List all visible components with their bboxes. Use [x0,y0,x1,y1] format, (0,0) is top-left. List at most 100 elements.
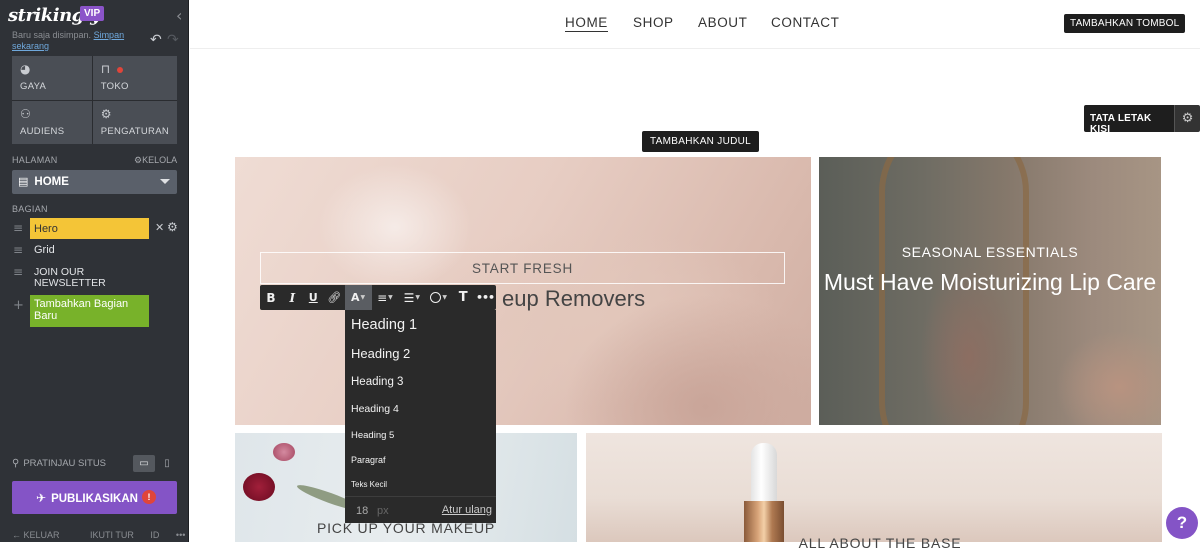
sections-heading: BAGIAN [12,204,48,214]
tile-label: PENGATURAN [100,125,169,137]
tour-link[interactable]: IKUTI TUR [90,530,134,540]
manage-pages-link[interactable]: ⚙KELOLA [134,155,177,166]
link-icon[interactable]: 🔗︎ [324,285,345,310]
vip-badge: VIP [80,6,105,21]
page-selector-value: HOME [34,176,69,188]
palette-icon: ◕ [20,62,31,76]
bag-icon: ⊓ [100,62,111,76]
section-item-grid[interactable]: Grid [34,244,55,256]
tile-label: TOKO [100,81,129,92]
grid-layout-control[interactable]: TATA LETAK KISI ⚙ [1084,105,1200,132]
dropdown-option-heading-3[interactable]: Heading 3 [351,376,403,388]
notification-dot [116,67,123,73]
caret-down-icon: ▼ [415,294,421,301]
section-item-newsletter[interactable]: JOIN OUR NEWSLETTER [34,267,144,289]
desktop-preview-icon[interactable]: ▭ [133,455,155,472]
dropdown-option-heading-2[interactable]: Heading 2 [351,346,410,361]
dropdown-option-heading-5[interactable]: Heading 5 [351,430,394,441]
hero-heading[interactable]: eup Removers [502,286,645,312]
italic-button[interactable]: I [282,285,303,310]
bottle-cap-decoration [751,443,777,503]
rose-decoration [273,443,295,461]
heading-dropdown: Heading 1 Heading 2 Heading 3 Heading 4 … [345,310,496,523]
plus-icon: + [13,298,24,313]
text-color-button[interactable]: ▼ [425,285,452,310]
chevron-left-icon[interactable]: ‹ [176,6,182,25]
page-selector[interactable]: ▤ HOME [12,170,177,194]
language-link[interactable]: ID [150,530,159,540]
logout-label: KELUAR [23,530,60,540]
site-navbar: HOME SHOP ABOUT CONTACT TAMBAHKAN TOMBOL [190,0,1200,49]
mobile-preview-icon[interactable]: ▯ [160,455,174,472]
tile-audience[interactable]: ⚇ AUDIENS [12,100,92,144]
document-icon: ▤ [18,175,29,188]
gear-icon: ⚙ [100,106,112,121]
text-format-toolbar: B I U 🔗︎ A ▼ ≡ ▼ ☰ ▼ ▼ T ••• [260,285,496,310]
publish-button[interactable]: ✈ PUBLIKASIKAN ! [12,481,177,514]
reset-link[interactable]: Atur ulang [442,504,492,516]
tile-label: GAYA [20,81,47,92]
site-preview-label: ⚲ PRATINJAU SITUS [12,458,106,469]
dropdown-option-small-text[interactable]: Teks Kecil [351,480,387,489]
font-size-row: 18 px Atur ulang [345,496,496,523]
grid-layout-label[interactable]: TATA LETAK KISI [1084,105,1175,132]
right-block-heading[interactable]: Must Have Moisturizing Lip Care [819,266,1161,298]
pages-heading: HALAMAN [12,155,58,165]
save-status-text: Baru saja disimpan. [12,30,92,40]
sidebar-footer: ← KELUAR IKUTI TUR ID ••• [12,530,199,540]
gear-icon[interactable]: ⚙ [167,220,178,234]
drag-handle-icon[interactable]: ≡ [13,265,23,279]
dropdown-option-heading-1[interactable]: Heading 1 [351,317,417,333]
caret-down-icon: ▼ [388,294,393,301]
redo-icon[interactable]: ↷ [167,32,179,48]
add-button-button[interactable]: TAMBAHKAN TOMBOL [1064,14,1186,33]
rose-decoration [243,473,275,501]
nav-item-contact[interactable]: CONTACT [771,15,839,30]
tile-style[interactable]: ◕ GAYA [12,56,92,100]
rocket-icon: ✈ [36,491,47,505]
tile-settings[interactable]: ⚙ PENGATURAN [92,100,177,144]
right-block-subtitle[interactable]: SEASONAL ESSENTIALS [819,244,1161,260]
add-title-button[interactable]: TAMBAHKAN JUDUL [642,131,759,152]
save-status: Baru saja disimpan. Simpan sekarang [12,30,142,52]
alert-icon: ! [142,490,156,504]
gear-icon[interactable]: ⚙ [1174,105,1200,132]
editor-sidebar: strikingly VIP ‹ Baru saja disimpan. Sim… [0,0,189,542]
preview-label-text: PRATINJAU SITUS [23,458,107,469]
add-section-button[interactable]: Tambahkan Bagian Baru [30,295,149,327]
editor-menu-tiles: ◕ GAYA ⊓ TOKO ⚇ AUDIENS ⚙ PENGATURAN [12,56,177,144]
caret-down-icon: ▼ [360,294,366,301]
font-size-unit: px [377,505,389,517]
logout-link[interactable]: ← KELUAR [12,530,74,540]
drag-handle-icon[interactable]: ≡ [13,221,23,235]
gear-icon: ⚙ [134,155,143,165]
nav-item-shop[interactable]: SHOP [633,15,674,30]
caret-down-icon [160,179,170,184]
grid-image-bottom-right[interactable] [586,433,1162,542]
font-size-input[interactable]: 18 [356,505,368,517]
dropdown-option-paragraph[interactable]: Paragraf [351,455,386,465]
close-icon[interactable]: ✕ [155,221,164,234]
color-circle-icon [430,292,442,303]
list-icon[interactable]: ☰ ▼ [398,285,425,310]
bottom-right-caption[interactable]: ALL ABOUT THE BASE [730,535,1030,551]
nav-item-home[interactable]: HOME [565,15,608,32]
tile-store[interactable]: ⊓ TOKO [92,56,177,100]
dropdown-option-heading-4[interactable]: Heading 4 [351,403,399,415]
more-icon[interactable]: ••• [474,285,496,310]
section-item-hero[interactable]: Hero [30,218,149,239]
undo-icon[interactable]: ↶ [150,32,162,48]
text-style-icon[interactable]: T [452,285,474,310]
drag-handle-icon[interactable]: ≡ [13,243,23,257]
more-icon[interactable]: ••• [176,530,185,540]
publish-label: PUBLIKASIKAN [51,493,138,505]
underline-button[interactable]: U [303,285,324,310]
search-icon: ⚲ [12,458,20,469]
help-button[interactable]: ? [1166,507,1198,539]
nav-item-about[interactable]: ABOUT [698,15,748,30]
tile-label: AUDIENS [20,125,65,137]
bold-button[interactable]: B [260,285,282,310]
text-size-button[interactable]: A ▼ [344,285,372,310]
hero-subtitle[interactable]: START FRESH [260,252,785,284]
align-center-icon[interactable]: ≡ ▼ [372,285,399,310]
